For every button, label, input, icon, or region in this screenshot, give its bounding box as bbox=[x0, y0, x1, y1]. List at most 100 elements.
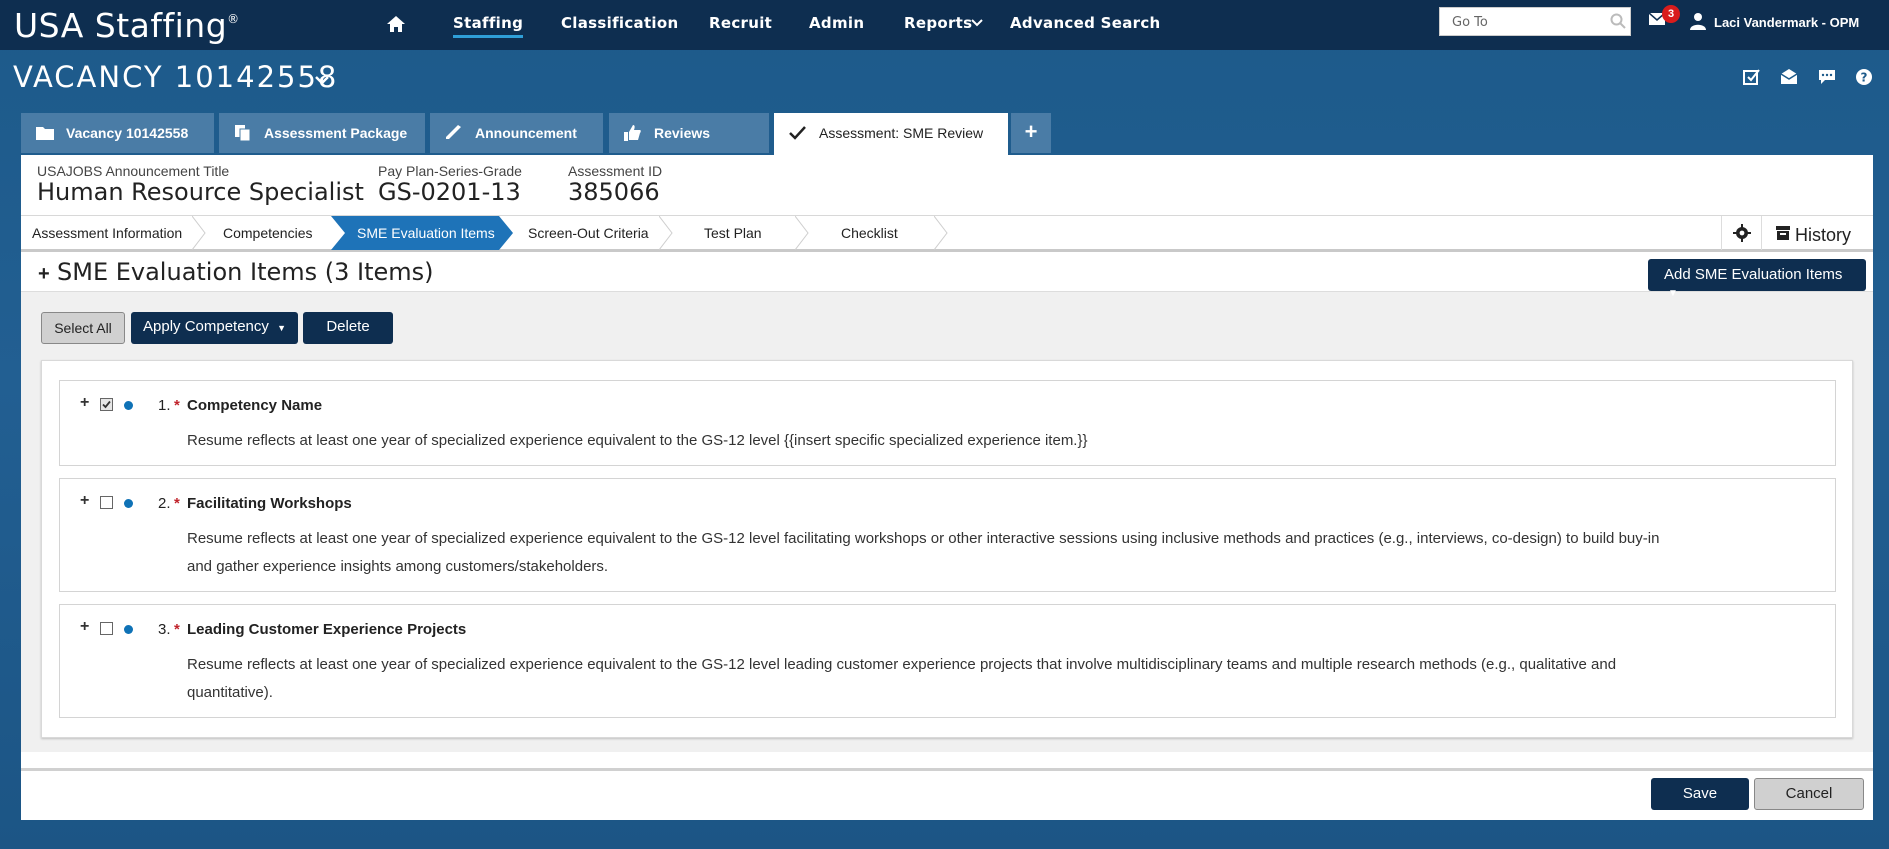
item-description-line-1: Resume reflects at least one year of spe… bbox=[187, 656, 1617, 673]
step-navigation: Assessment Information Competencies SME … bbox=[21, 215, 1873, 252]
tab-label: Announcement bbox=[475, 125, 577, 141]
pen-icon bbox=[446, 125, 461, 139]
history-label: History bbox=[1795, 225, 1852, 245]
check-icon bbox=[789, 126, 806, 140]
tab-vacancy[interactable]: Vacancy 10142558 bbox=[21, 113, 214, 153]
chevron-down-icon[interactable] bbox=[971, 18, 983, 28]
item-title: Competency Name bbox=[187, 397, 323, 414]
nav-admin[interactable]: Admin bbox=[809, 14, 864, 32]
chat-icon[interactable] bbox=[1817, 68, 1837, 86]
expand-all-icon[interactable]: + bbox=[38, 263, 50, 286]
button-label: Apply Competency bbox=[143, 318, 269, 335]
step-screen-out-criteria[interactable]: Screen-Out Criteria bbox=[528, 216, 649, 250]
item-checkbox[interactable] bbox=[100, 398, 113, 411]
user-icon[interactable] bbox=[1690, 12, 1706, 30]
goto-input[interactable]: Go To bbox=[1439, 7, 1631, 36]
item-description-line-2: and gather experience insights among cus… bbox=[187, 558, 609, 575]
tab-announcement[interactable]: Announcement bbox=[430, 113, 603, 153]
item-checkbox[interactable] bbox=[100, 496, 113, 509]
cancel-button[interactable]: Cancel bbox=[1754, 778, 1864, 810]
step-separator bbox=[192, 216, 206, 250]
item-number: 1. bbox=[158, 397, 171, 414]
step-separator bbox=[659, 216, 673, 250]
svg-text:?: ? bbox=[1861, 71, 1868, 85]
tab-assessment-package[interactable]: Assessment Package bbox=[219, 113, 425, 153]
step-assessment-information[interactable]: Assessment Information bbox=[32, 216, 182, 250]
announcement-title-label: USAJOBS Announcement Title bbox=[37, 163, 230, 179]
status-dot bbox=[124, 401, 133, 410]
help-icon[interactable]: ? bbox=[1854, 68, 1874, 86]
section-header: + SME Evaluation Items (3 Items) bbox=[21, 252, 1873, 292]
expand-icon[interactable]: + bbox=[80, 394, 89, 412]
item-description-line-2: quantitative). bbox=[187, 684, 273, 701]
tab-label: Reviews bbox=[654, 125, 711, 141]
tab-assessment-sme-review[interactable]: Assessment: SME Review bbox=[774, 113, 1008, 157]
top-nav: USA Staffing® Staffing Classification Re… bbox=[0, 0, 1889, 50]
step-separator bbox=[934, 216, 948, 250]
step-competencies[interactable]: Competencies bbox=[223, 216, 313, 250]
list-item: + 2. * Facilitating Workshops Resume ref… bbox=[59, 478, 1836, 592]
folder-icon bbox=[36, 127, 54, 140]
notification-badge: 3 bbox=[1662, 5, 1680, 23]
brand-logo[interactable]: USA Staffing® bbox=[14, 6, 240, 45]
nav-staffing[interactable]: Staffing bbox=[453, 14, 524, 38]
copy-icon bbox=[235, 125, 251, 142]
announcement-title-value: Human Resource Specialist bbox=[37, 178, 364, 206]
button-label: Add SME Evaluation Items bbox=[1664, 266, 1843, 283]
nav-reports[interactable]: Reports bbox=[904, 14, 972, 32]
chevron-down-icon[interactable] bbox=[314, 74, 330, 86]
pay-plan-label: Pay Plan-Series-Grade bbox=[378, 163, 522, 179]
nav-recruit[interactable]: Recruit bbox=[709, 14, 772, 32]
archive-icon bbox=[1776, 226, 1790, 240]
section-title: SME Evaluation Items (3 Items) bbox=[57, 258, 434, 286]
list-item: + 1. * Competency Name Resume reflects a… bbox=[59, 380, 1836, 466]
vacancy-title[interactable]: VACANCY 10142558 bbox=[13, 60, 338, 94]
item-title: Leading Customer Experience Projects bbox=[187, 621, 467, 638]
tab-reviews[interactable]: Reviews bbox=[609, 113, 769, 153]
tab-label: Vacancy 10142558 bbox=[66, 125, 189, 141]
apply-competency-button[interactable]: Apply Competency ▼ bbox=[131, 312, 298, 344]
settings-button[interactable] bbox=[1721, 216, 1761, 250]
select-all-button[interactable]: Select All bbox=[41, 312, 125, 344]
footer-bar bbox=[21, 768, 1873, 818]
gear-icon bbox=[1733, 224, 1751, 242]
add-tab-button[interactable]: + bbox=[1011, 113, 1051, 153]
required-marker: * bbox=[174, 621, 180, 638]
tab-label: Assessment Package bbox=[264, 125, 408, 141]
step-checklist[interactable]: Checklist bbox=[841, 216, 898, 250]
caret-down-icon: ▼ bbox=[1668, 288, 1678, 299]
status-dot bbox=[124, 499, 133, 508]
expand-icon[interactable]: + bbox=[80, 492, 89, 510]
item-description-line-1: Resume reflects at least one year of spe… bbox=[187, 530, 1660, 547]
save-button[interactable]: Save bbox=[1651, 778, 1749, 810]
tab-label: Assessment: SME Review bbox=[819, 125, 984, 141]
step-sme-evaluation-items[interactable]: SME Evaluation Items bbox=[357, 216, 495, 250]
item-number: 2. bbox=[158, 495, 171, 512]
pay-plan-value: GS-0201-13 bbox=[378, 178, 521, 206]
status-dot bbox=[124, 625, 133, 634]
nav-classification[interactable]: Classification bbox=[561, 14, 678, 32]
step-test-plan[interactable]: Test Plan bbox=[704, 216, 762, 250]
add-sme-evaluation-items-button[interactable]: Add SME Evaluation Items ▼ bbox=[1648, 259, 1866, 299]
assessment-id-label: Assessment ID bbox=[568, 163, 663, 179]
list-item: + 3. * Leading Customer Experience Proje… bbox=[59, 604, 1836, 718]
required-marker: * bbox=[174, 495, 180, 512]
user-name[interactable]: Laci Vandermark - OPM bbox=[1714, 15, 1859, 30]
caret-down-icon: ▼ bbox=[277, 323, 286, 333]
home-icon[interactable] bbox=[385, 14, 407, 34]
delete-button[interactable]: Delete bbox=[303, 312, 393, 344]
checklist-icon[interactable] bbox=[1742, 68, 1762, 86]
search-icon[interactable] bbox=[1610, 13, 1626, 29]
item-title: Facilitating Workshops bbox=[187, 495, 352, 512]
nav-advanced-search[interactable]: Advanced Search bbox=[1010, 14, 1161, 32]
inbox-icon[interactable] bbox=[1779, 68, 1799, 86]
expand-icon[interactable]: + bbox=[80, 618, 89, 636]
item-number: 3. bbox=[158, 621, 171, 638]
item-description: Resume reflects at least one year of spe… bbox=[187, 432, 1088, 449]
step-separator bbox=[795, 216, 809, 250]
checkmark-icon bbox=[102, 400, 111, 409]
required-marker: * bbox=[174, 397, 180, 414]
thumbs-up-icon bbox=[624, 125, 641, 141]
item-checkbox[interactable] bbox=[100, 622, 113, 635]
assessment-id-value: 385066 bbox=[568, 178, 660, 206]
